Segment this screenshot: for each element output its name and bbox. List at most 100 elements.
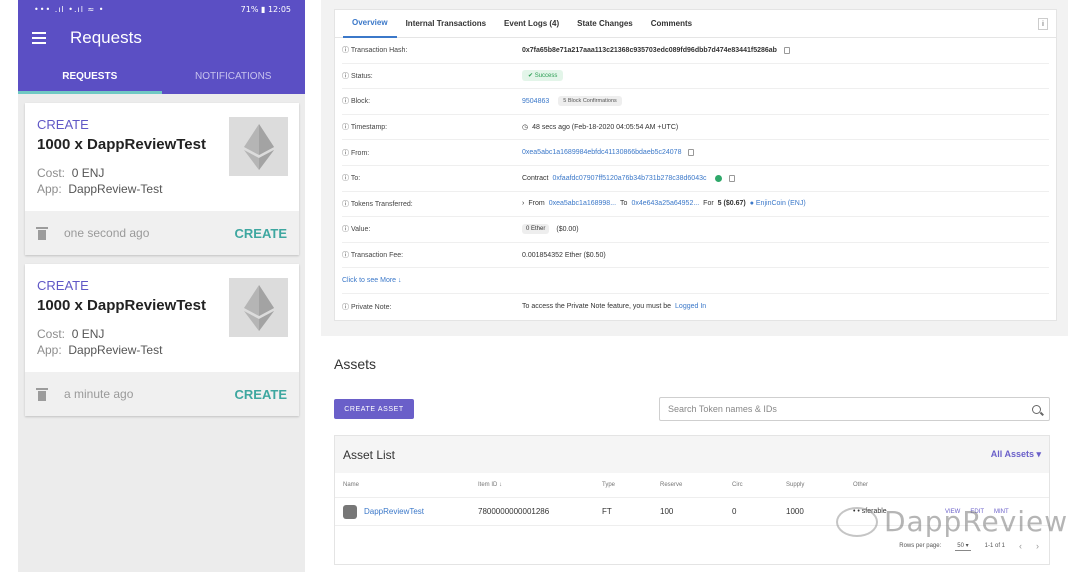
- tab-notifications[interactable]: NOTIFICATIONS: [162, 58, 306, 94]
- column-supply[interactable]: Supply: [786, 482, 853, 488]
- watermark-text: DappReview: [884, 505, 1069, 538]
- block-link[interactable]: 9504863: [522, 98, 549, 105]
- request-card-footer: a minute ago CREATE: [25, 372, 299, 416]
- row-label: ⓘ From:: [342, 149, 370, 157]
- row-label: ⓘ Transaction Fee:: [342, 252, 404, 260]
- row-label: ⓘ Private Note:: [342, 303, 392, 311]
- column-item-id[interactable]: Item ID ↓: [478, 482, 602, 488]
- request-card[interactable]: CREATE 1000 x DappReviewTest Cost: 0 ENJ…: [25, 264, 299, 416]
- timestamp-value: 48 secs ago (Feb-18-2020 04:05:54 AM +UT…: [532, 123, 679, 131]
- trash-icon[interactable]: [36, 226, 48, 240]
- cost-value: 0 ENJ: [71, 327, 105, 341]
- token-from-link[interactable]: 0xea5abc1a168998...: [549, 200, 616, 207]
- clock-icon: ◷: [522, 124, 529, 132]
- asset-filter-dropdown[interactable]: All Assets ▾: [991, 449, 1041, 460]
- transaction-explorer: Overview Internal Transactions Event Log…: [321, 0, 1068, 336]
- login-link[interactable]: Logged In: [675, 303, 706, 310]
- asset-search-input[interactable]: Search Token names & IDs: [659, 397, 1050, 421]
- row-label: ⓘ Tokens Transferred:: [342, 200, 413, 208]
- see-more-link[interactable]: Click to see More ↓: [342, 277, 402, 284]
- asset-name-link[interactable]: DappReviewTest: [364, 507, 424, 516]
- create-asset-button[interactable]: CREATE ASSET: [334, 399, 414, 419]
- ethereum-logo-icon: [229, 117, 288, 176]
- row-status: ⓘ Status: ✔ Success: [342, 64, 1049, 90]
- trash-icon[interactable]: [36, 387, 48, 401]
- transaction-hash: 0x7fa65b8e71a217aaa113c21368c935703edc08…: [522, 46, 777, 54]
- row-label: ⓘ Status:: [342, 72, 373, 80]
- assets-heading: Assets: [334, 356, 377, 372]
- for-label: For: [703, 200, 714, 208]
- contract-label: Contract: [522, 174, 549, 182]
- column-circ[interactable]: Circ: [732, 482, 786, 488]
- rows-per-page-select[interactable]: 50 ▾: [955, 542, 971, 551]
- request-card-body: CREATE 1000 x DappReviewTest Cost: 0 ENJ…: [25, 103, 299, 211]
- asset-list: Asset List All Assets ▾ Name Item ID ↓ T…: [334, 435, 1050, 565]
- asset-icon: [343, 504, 357, 519]
- row-from: ⓘ From: 0xea5abc1a1689984ebfdc41130866bd…: [342, 140, 1049, 166]
- watermark: DappReview: [836, 505, 1068, 538]
- next-page-button[interactable]: ›: [1036, 541, 1039, 551]
- battery-level: 71%: [240, 4, 259, 14]
- status-bar: ••• .ıl •.ıl ≈ • 71% ▮ 12:05: [18, 0, 305, 18]
- copy-icon[interactable]: [783, 46, 790, 54]
- request-card[interactable]: CREATE 1000 x DappReviewTest Cost: 0 ENJ…: [25, 103, 299, 255]
- signal-indicators: ••• .ıl •.ıl ≈ •: [34, 4, 105, 14]
- private-note-text: To access the Private Note feature, you …: [522, 303, 672, 311]
- search-placeholder: Search Token names & IDs: [668, 404, 777, 414]
- row-value: ⓘ Value: 0 Ether ($0.00): [342, 217, 1049, 243]
- status-badge: ✔ Success: [522, 70, 564, 82]
- column-name[interactable]: Name: [343, 482, 478, 488]
- value-usd: ($0.00): [556, 225, 579, 233]
- asset-table-header: Name Item ID ↓ Type Reserve Circ Supply …: [335, 473, 1049, 498]
- clock: 12:05: [267, 4, 291, 14]
- copy-icon[interactable]: [728, 174, 735, 182]
- tab-state-changes[interactable]: State Changes: [568, 10, 642, 38]
- info-icon[interactable]: i: [1038, 18, 1048, 30]
- ethereum-logo-icon: [229, 278, 288, 337]
- column-reserve[interactable]: Reserve: [660, 482, 732, 488]
- app-label: App:: [37, 182, 62, 196]
- tab-internal-transactions[interactable]: Internal Transactions: [397, 10, 495, 38]
- token-link[interactable]: ● EnjinCoin (ENJ): [750, 200, 806, 207]
- row-tokens-transferred: ⓘ Tokens Transferred: › From 0xea5abc1a1…: [342, 192, 1049, 218]
- page-title: Requests: [70, 28, 142, 47]
- tab-requests[interactable]: REQUESTS: [18, 58, 162, 94]
- fee-value: 0.001854352 Ether ($0.50): [522, 251, 606, 259]
- wechat-logo-icon: [836, 506, 878, 537]
- create-button[interactable]: CREATE: [235, 387, 287, 402]
- from-label: From: [528, 200, 545, 208]
- tab-event-logs[interactable]: Event Logs (4): [495, 10, 568, 38]
- search-icon[interactable]: [1032, 404, 1041, 414]
- toolbar: Requests: [18, 18, 305, 58]
- phone-screen: ••• .ıl •.ıl ≈ • 71% ▮ 12:05 Requests RE…: [18, 0, 305, 572]
- row-label: ⓘ Block:: [342, 98, 371, 106]
- confirmations-badge: 5 Block Confirmations: [558, 96, 622, 107]
- request-time: one second ago: [64, 226, 150, 240]
- create-button[interactable]: CREATE: [235, 226, 287, 241]
- app-label: App:: [37, 343, 62, 357]
- request-time: a minute ago: [64, 387, 134, 401]
- copy-icon[interactable]: [688, 149, 695, 157]
- cost-value: 0 ENJ: [71, 166, 105, 180]
- tab-bar: REQUESTS NOTIFICATIONS: [18, 58, 305, 94]
- row-see-more: Click to see More ↓: [342, 268, 1049, 294]
- from-address-link[interactable]: 0xea5abc1a1689984ebfdc41130866bdaeb5c240…: [522, 149, 681, 156]
- chevron-right-icon: ›: [522, 200, 525, 208]
- row-label: ⓘ Transaction Hash:: [342, 47, 408, 55]
- to-address-link[interactable]: 0xfaafdc07907ff5120a76b34b731b278c38d604…: [552, 175, 706, 182]
- status-right: 71% ▮ 12:05: [241, 5, 291, 14]
- app-value: DappReview-Test: [68, 182, 163, 196]
- column-type[interactable]: Type: [602, 482, 660, 488]
- verified-check-icon: [714, 174, 722, 182]
- request-card-footer: one second ago CREATE: [25, 211, 299, 255]
- row-private-note: ⓘ Private Note: To access the Private No…: [342, 294, 1049, 320]
- tab-overview[interactable]: Overview: [343, 10, 397, 38]
- token-to-link[interactable]: 0x4e643a25a64952...: [631, 200, 699, 207]
- asset-circ: 0: [732, 507, 737, 516]
- cost-label: Cost:: [37, 327, 66, 341]
- row-block: ⓘ Block: 9504863 5 Block Confirmations: [342, 89, 1049, 115]
- tab-comments[interactable]: Comments: [642, 10, 701, 38]
- previous-page-button[interactable]: ‹: [1019, 541, 1022, 551]
- hamburger-menu-icon[interactable]: [32, 32, 46, 44]
- column-other[interactable]: Other: [853, 482, 945, 488]
